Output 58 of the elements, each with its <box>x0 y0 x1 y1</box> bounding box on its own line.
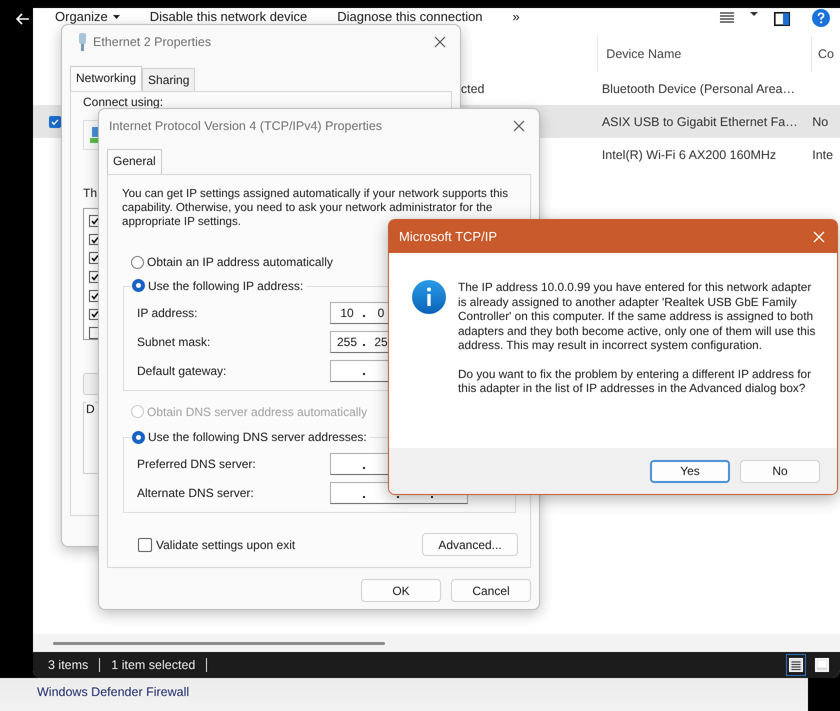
table-cell: Intel(R) Wi-Fi 6 AX200 160MHz <box>602 148 776 162</box>
radio-option[interactable]: Use the following IP address: <box>132 276 304 294</box>
dialog-button[interactable]: No <box>740 460 820 482</box>
field-label: Alternate DNS server: <box>137 486 255 500</box>
field-label: Default gateway: <box>137 364 228 378</box>
tab[interactable]: Sharing <box>142 68 196 91</box>
checkbox[interactable] <box>49 116 61 128</box>
item-count: 3 items <box>48 658 88 672</box>
info-icon <box>412 280 446 314</box>
window-title: Ethernet 2 Properties <box>93 34 212 48</box>
toolbar-command[interactable]: Disable this network device <box>148 9 310 24</box>
radio-option[interactable]: Use the following DNS server addresses: <box>132 428 367 446</box>
caret-icon[interactable] <box>750 12 758 16</box>
field-label: Subnet mask: <box>137 334 212 348</box>
radio-button[interactable] <box>132 279 145 292</box>
tab[interactable]: Networking <box>70 66 142 91</box>
table-cell: No <box>812 114 828 128</box>
ok-button[interactable]: OK <box>361 579 441 602</box>
message-text: The IP address 10.0.0.99 you have entered for this network adapter is already assigned to another adapter 'Realtek USB GbE Family Controller' on this computer. If the same address is assigned to both adapters and they both become active, only one of them will use this address. This may result in incorrect system configuration. <box>458 280 816 352</box>
toolbar-command[interactable]: Diagnose this connection <box>335 9 485 24</box>
table-cell: Bluetooth Device (Personal Area… <box>602 82 795 96</box>
connect-using-label: Connect using: <box>83 95 164 109</box>
preview-pane-icon[interactable] <box>774 12 790 26</box>
components-label: Th <box>83 186 98 200</box>
advanced-button[interactable]: Advanced... <box>422 533 518 556</box>
table-cell: ASIX USB to Gigabit Ethernet Fa… <box>602 114 798 128</box>
organize-menu[interactable]: Organize <box>53 9 122 24</box>
field-label: IP address: <box>137 306 198 320</box>
validate-checkbox[interactable]: Validate settings upon exit <box>138 538 296 552</box>
details-view-button[interactable] <box>786 654 806 676</box>
scrollbar-thumb[interactable] <box>53 642 385 644</box>
column-header[interactable]: Co <box>811 36 840 72</box>
close-icon[interactable] <box>434 36 446 48</box>
checkbox[interactable] <box>138 538 152 552</box>
radio-button[interactable] <box>132 430 145 444</box>
help-icon[interactable] <box>812 9 830 27</box>
firewall-link[interactable]: Windows Defender Firewall <box>37 685 190 699</box>
group-label: D <box>86 402 95 416</box>
dialog-title: Microsoft TCP/IP <box>399 229 498 244</box>
dialog-button[interactable]: Yes <box>650 460 730 482</box>
back-arrow-icon[interactable] <box>16 13 30 25</box>
field-label: Preferred DNS server: <box>137 457 257 471</box>
tab[interactable]: General <box>107 149 162 174</box>
network-plug-icon <box>78 32 87 50</box>
view-options-icon[interactable] <box>720 12 734 23</box>
radio-button[interactable] <box>131 256 144 268</box>
more-commands-button[interactable]: » <box>510 9 522 24</box>
window-title: Internet Protocol Version 4 (TCP/IPv4) Properties <box>109 118 382 132</box>
table-cell: cted <box>460 82 484 96</box>
table-cell: Inte <box>812 148 834 162</box>
close-icon[interactable] <box>513 120 525 132</box>
cancel-button[interactable]: Cancel <box>451 579 531 602</box>
radio-option[interactable]: Obtain an IP address automatically <box>131 253 333 271</box>
intro-text: You can get IP settings assigned automatically if your network supports this capability. Otherwise, you need to ask your network administrator for the appropriate IP settings. <box>122 187 510 229</box>
caret-icon <box>112 14 120 18</box>
column-header[interactable]: Device Name <box>597 36 812 72</box>
message-text: Do you want to fix the problem by entering a different IP address for this adapter in the list of IP addresses in the Advanced dialog box? <box>458 366 812 396</box>
selection-count: 1 item selected <box>111 658 196 672</box>
